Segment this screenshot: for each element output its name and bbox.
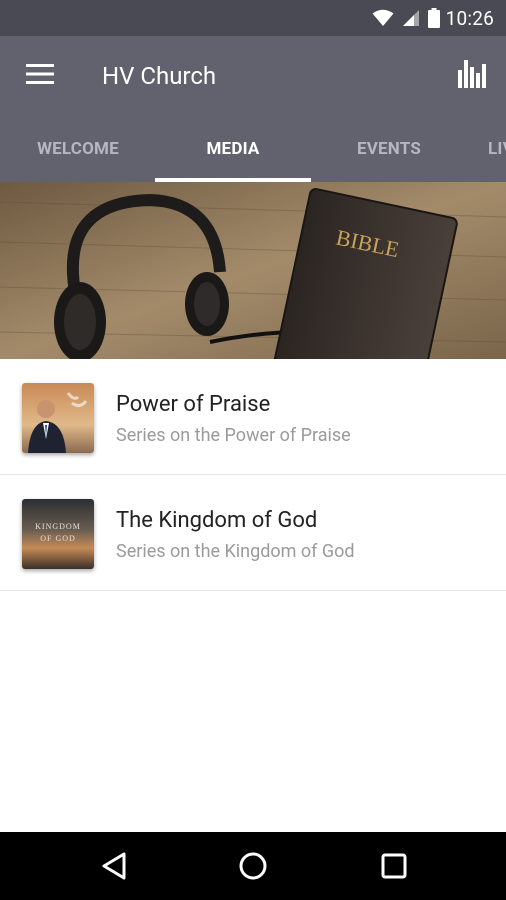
app-bar: HV Church [0, 36, 506, 116]
list-item[interactable]: Power of Praise Series on the Power of P… [0, 359, 506, 475]
wifi-icon [372, 9, 394, 26]
signal-icon [402, 10, 419, 26]
tab-media[interactable]: MEDIA [155, 116, 311, 182]
system-nav-bar [0, 832, 506, 900]
tab-welcome[interactable]: WELCOME [0, 116, 156, 182]
hero-image: BIBLE [0, 182, 506, 359]
series-subtitle: Series on the Power of Praise [116, 425, 351, 446]
app-title: HV Church [102, 62, 217, 90]
recents-icon[interactable] [378, 850, 410, 882]
series-thumbnail [22, 383, 94, 453]
status-time: 10:26 [445, 6, 494, 30]
back-icon[interactable] [98, 850, 130, 882]
list-item[interactable]: KINGDOM OF GOD The Kingdom of God Series… [0, 475, 506, 591]
tab-bar: WELCOME MEDIA EVENTS LIVE [0, 116, 506, 182]
series-subtitle: Series on the Kingdom of God [116, 541, 355, 562]
tab-events[interactable]: EVENTS [311, 116, 467, 182]
tab-live[interactable]: LIVE [466, 116, 506, 182]
series-title: The Kingdom of God [116, 508, 318, 533]
menu-icon[interactable] [26, 62, 54, 86]
home-icon[interactable] [237, 850, 269, 882]
bar-chart-icon[interactable] [458, 60, 486, 88]
series-title: Power of Praise [116, 392, 271, 417]
series-thumbnail: KINGDOM OF GOD [22, 499, 94, 569]
headphones-bible-image: BIBLE [0, 182, 506, 359]
media-list: Power of Praise Series on the Power of P… [0, 359, 506, 591]
battery-icon [427, 8, 440, 28]
status-icons [372, 8, 440, 28]
thumb-text-line1: KINGDOM [35, 522, 81, 531]
thumb-text-line2: OF GOD [40, 534, 76, 543]
status-bar: 10:26 [0, 0, 506, 36]
